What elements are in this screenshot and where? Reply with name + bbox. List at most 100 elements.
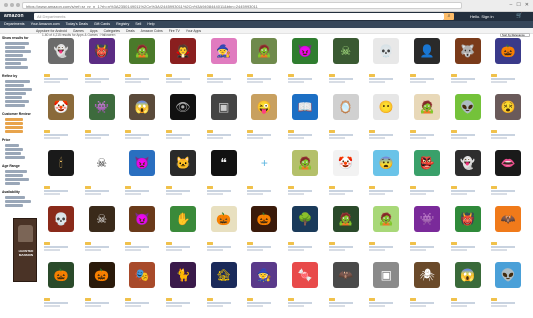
app-title-link[interactable] xyxy=(125,246,150,248)
app-title-link[interactable] xyxy=(410,78,434,80)
app-card[interactable]: 💀 xyxy=(42,206,81,262)
app-title-link[interactable] xyxy=(369,134,394,136)
sidebar-link[interactable] xyxy=(5,182,20,185)
blue-monster-icon[interactable]: 👿 xyxy=(129,150,156,176)
app-card[interactable]: 🏚 xyxy=(205,262,244,318)
cart-icon[interactable]: 🛒 xyxy=(516,13,522,20)
app-card[interactable]: 👾 xyxy=(83,94,122,150)
app-card[interactable]: 😨 xyxy=(367,150,406,206)
app-title-link[interactable] xyxy=(247,246,272,248)
sidebar-link[interactable] xyxy=(5,156,25,159)
star-rating-filter[interactable] xyxy=(5,118,23,121)
creature-icon[interactable]: 👾 xyxy=(88,94,115,120)
app-title-link[interactable] xyxy=(450,302,475,304)
maximize-icon[interactable]: ☐ xyxy=(516,2,520,9)
tree-icon[interactable]: 🌳 xyxy=(292,206,318,232)
skull-red-icon[interactable]: 💀 xyxy=(48,206,74,232)
app-title-link[interactable] xyxy=(328,302,353,304)
app-card[interactable]: ▣ xyxy=(205,94,244,150)
app-card[interactable]: 🤡 xyxy=(42,94,81,150)
app-title-link[interactable] xyxy=(125,78,150,80)
frankenstein-green-icon[interactable]: 🧟 xyxy=(332,206,359,232)
app-card[interactable]: 👿 xyxy=(123,150,162,206)
app-card[interactable]: 👁 xyxy=(164,94,203,150)
app-title-link[interactable] xyxy=(84,246,109,248)
app-card[interactable]: 😱 xyxy=(123,94,162,150)
sidebar-link[interactable] xyxy=(5,50,31,53)
cat-icon[interactable]: 🐱 xyxy=(170,150,196,176)
app-title-link[interactable] xyxy=(125,302,150,304)
star-rating-filter[interactable] xyxy=(5,130,23,133)
browser-dot-icon[interactable] xyxy=(16,3,20,7)
nav-link[interactable]: Registry xyxy=(116,21,129,28)
app-card[interactable]: ☠ xyxy=(83,150,122,206)
sidebar-link[interactable] xyxy=(5,144,19,147)
app-card[interactable]: 🦇 xyxy=(489,206,528,262)
sidebar-link[interactable] xyxy=(5,66,28,69)
demon-face-icon[interactable]: 😈 xyxy=(129,206,156,232)
app-title-link[interactable] xyxy=(247,78,272,80)
purple-monster-icon[interactable]: 👾 xyxy=(414,206,440,232)
ghoul-icon[interactable]: 😵 xyxy=(495,94,522,120)
app-card[interactable]: 👺 xyxy=(408,150,447,206)
app-card[interactable]: 🎃 xyxy=(42,262,81,318)
app-title-link[interactable] xyxy=(288,78,312,80)
app-title-link[interactable] xyxy=(44,246,68,248)
app-card[interactable]: 🧟 xyxy=(367,206,406,262)
app-card[interactable]: 🕯 xyxy=(42,150,81,206)
app-title-link[interactable] xyxy=(328,246,353,248)
app-title-link[interactable] xyxy=(491,190,516,192)
app-card[interactable]: 👤 xyxy=(408,38,447,94)
sidebar-link[interactable] xyxy=(5,174,23,177)
scarecrow-icon[interactable]: 🤡 xyxy=(48,94,74,120)
app-title-link[interactable] xyxy=(166,134,190,136)
app-card[interactable]: ☠ xyxy=(327,38,366,94)
app-title-link[interactable] xyxy=(410,134,434,136)
app-card[interactable]: 🧟 xyxy=(286,150,325,206)
plus-icon[interactable]: + xyxy=(251,150,278,176)
app-card[interactable]: 👾 xyxy=(408,206,447,262)
app-card[interactable]: 🎃 xyxy=(83,262,122,318)
scary-face-icon[interactable]: 😱 xyxy=(454,262,481,288)
app-card[interactable]: 🧙 xyxy=(245,262,284,318)
app-card[interactable]: + xyxy=(245,150,284,206)
app-card[interactable]: 🍬 xyxy=(286,262,325,318)
sidebar-link[interactable] xyxy=(5,196,25,199)
app-title-link[interactable] xyxy=(450,246,475,248)
app-title-link[interactable] xyxy=(84,134,109,136)
app-title-link[interactable] xyxy=(125,190,150,192)
app-card[interactable]: 🕷 xyxy=(408,262,447,318)
app-title-link[interactable] xyxy=(206,134,231,136)
sidebar-link[interactable] xyxy=(5,96,22,99)
app-card[interactable]: 👹 xyxy=(449,206,488,262)
app-title-link[interactable] xyxy=(328,78,353,80)
sidebar-link[interactable] xyxy=(5,178,29,181)
sidebar-link[interactable] xyxy=(5,200,31,203)
spider-icon[interactable]: 🕷 xyxy=(414,262,440,288)
app-title-link[interactable] xyxy=(410,190,434,192)
skull-icon[interactable]: ☠ xyxy=(88,150,115,176)
app-card[interactable]: 😈 xyxy=(286,38,325,94)
app-card[interactable]: 😜 xyxy=(245,94,284,150)
book-icon[interactable]: 📖 xyxy=(292,94,318,120)
app-title-link[interactable] xyxy=(206,246,231,248)
app-card[interactable]: 😵 xyxy=(489,94,528,150)
app-title-link[interactable] xyxy=(166,78,190,80)
nav-link[interactable]: Departments xyxy=(4,21,25,28)
sidebar-link[interactable] xyxy=(5,84,24,87)
app-card[interactable]: ☠ xyxy=(83,206,122,262)
cartoon-zombie-icon[interactable]: 🧟 xyxy=(373,206,400,232)
sidebar-link[interactable] xyxy=(5,46,25,49)
app-card[interactable]: ▣ xyxy=(367,262,406,318)
app-card[interactable]: 🎃 xyxy=(245,206,284,262)
quote-text-icon[interactable]: ❝ xyxy=(210,150,237,176)
address-bar[interactable]: https://www.amazon.com/s/ref=sr_nr_n_1?r… xyxy=(22,2,462,9)
bat-icon[interactable]: 🦇 xyxy=(332,262,359,288)
amazon-logo[interactable]: amazon xyxy=(4,13,24,20)
app-card[interactable]: 🎃 xyxy=(205,206,244,262)
cartoon-face-icon[interactable]: 😜 xyxy=(251,94,278,120)
app-card[interactable]: 🐈 xyxy=(164,262,203,318)
app-card[interactable]: 🧟 xyxy=(327,206,366,262)
app-title-link[interactable] xyxy=(44,302,68,304)
candle-icon[interactable]: 🕯 xyxy=(48,150,74,176)
